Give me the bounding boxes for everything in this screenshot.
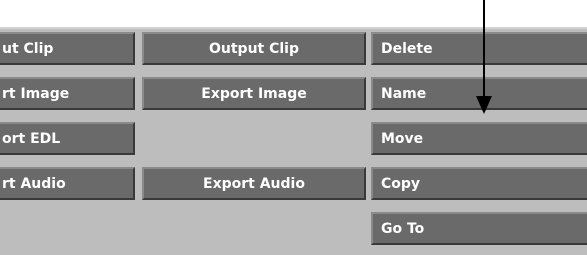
delete-label: Delete (381, 40, 433, 57)
export-image-button[interactable]: Export Image (142, 77, 366, 110)
export-audio-button-partial[interactable]: rt Audio (0, 167, 135, 200)
export-audio-label: Export Audio (203, 175, 305, 192)
export-edl-partial-label: ort EDL (2, 130, 61, 147)
export-image-partial-label: rt Image (2, 85, 70, 102)
output-clip-partial-label: ut Clip (2, 40, 54, 57)
move-button[interactable]: Move (371, 122, 587, 155)
go-to-button[interactable]: Go To (371, 212, 587, 245)
go-to-label: Go To (381, 220, 425, 237)
output-clip-button-partial[interactable]: ut Clip (0, 32, 135, 65)
copy-label: Copy (381, 175, 421, 192)
export-image-button-partial[interactable]: rt Image (0, 77, 135, 110)
delete-button[interactable]: Delete (371, 32, 587, 65)
output-clip-label: Output Clip (208, 40, 299, 57)
export-audio-partial-label: rt Audio (2, 175, 66, 192)
export-image-label: Export Image (201, 85, 307, 102)
name-label: Name (381, 85, 427, 102)
export-audio-button[interactable]: Export Audio (142, 167, 366, 200)
export-edl-button-partial[interactable]: ort EDL (0, 122, 135, 155)
name-button[interactable]: Name (371, 77, 587, 110)
move-label: Move (381, 130, 424, 147)
copy-button[interactable]: Copy (371, 167, 587, 200)
output-clip-button[interactable]: Output Clip (142, 32, 366, 65)
